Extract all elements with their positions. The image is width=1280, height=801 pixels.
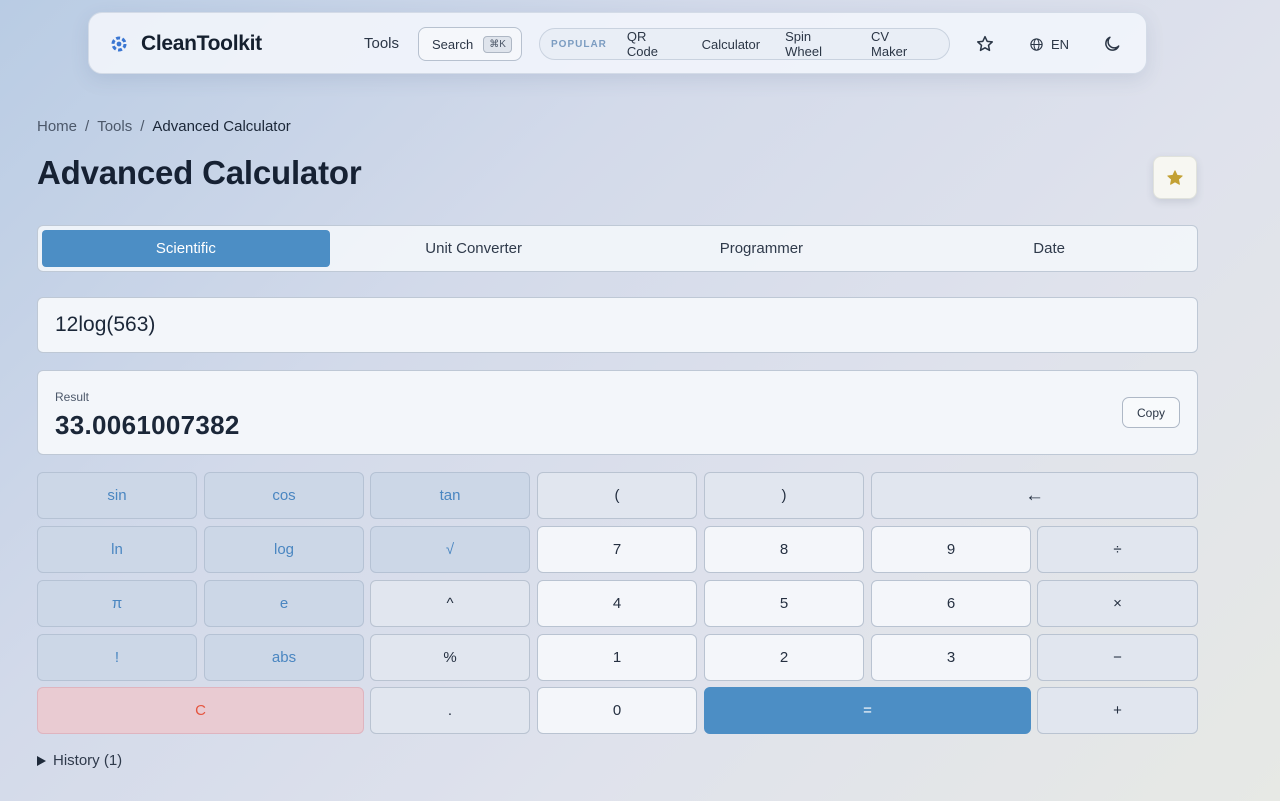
history-toggle[interactable]: History (1) xyxy=(37,752,122,769)
key-clear[interactable]: C xyxy=(37,687,364,734)
key-log[interactable]: log xyxy=(204,526,364,573)
star-outline-icon[interactable] xyxy=(975,34,995,54)
language-code: EN xyxy=(1051,36,1070,52)
search-button[interactable]: Search ⌘K xyxy=(418,27,522,61)
history-label: History (1) xyxy=(53,752,123,769)
tab-programmer[interactable]: Programmer xyxy=(618,230,906,267)
key-pi[interactable]: π xyxy=(37,580,197,627)
search-label: Search xyxy=(432,36,474,52)
key-plus[interactable]: + xyxy=(1037,687,1198,734)
breadcrumb-home[interactable]: Home xyxy=(37,118,77,135)
brand[interactable]: CleanToolkit xyxy=(109,13,262,75)
result-label: Result xyxy=(55,390,90,404)
key-multiply[interactable]: × xyxy=(1037,580,1198,627)
key-backspace[interactable]: ← xyxy=(871,472,1198,519)
gear-logo-icon xyxy=(111,36,127,52)
key-percent[interactable]: % xyxy=(370,634,530,681)
key-divide[interactable]: ÷ xyxy=(1037,526,1198,573)
key-sqrt[interactable]: √ xyxy=(370,526,530,573)
copy-button[interactable]: Copy xyxy=(1122,397,1180,428)
popular-link-calculator[interactable]: Calculator xyxy=(702,37,761,52)
key-4[interactable]: 4 xyxy=(537,580,697,627)
tab-scientific[interactable]: Scientific xyxy=(42,230,330,267)
globe-icon xyxy=(1030,37,1043,51)
key-6[interactable]: 6 xyxy=(871,580,1031,627)
result-panel: Result 33.0061007382 Copy xyxy=(37,370,1198,455)
popular-link-cv-maker[interactable]: CV Maker xyxy=(871,29,924,59)
tab-date[interactable]: Date xyxy=(905,230,1193,267)
key-7[interactable]: 7 xyxy=(537,526,697,573)
brand-name: CleanToolkit xyxy=(141,32,262,55)
moon-icon[interactable] xyxy=(1102,34,1122,54)
key-minus[interactable]: − xyxy=(1037,634,1198,681)
key-sin[interactable]: sin xyxy=(37,472,197,519)
star-filled-icon xyxy=(1167,169,1183,185)
key-ln[interactable]: ln xyxy=(37,526,197,573)
popular-link-spin-wheel[interactable]: Spin Wheel xyxy=(785,29,846,59)
favorite-button[interactable] xyxy=(1153,156,1197,199)
key-tan[interactable]: tan xyxy=(370,472,530,519)
tab-unit-converter[interactable]: Unit Converter xyxy=(330,230,618,267)
caret-right-icon xyxy=(37,755,46,766)
key-power[interactable]: ^ xyxy=(370,580,530,627)
popular-links: POPULAR QR Code Calculator Spin Wheel CV… xyxy=(539,28,950,60)
breadcrumb-separator: / xyxy=(85,118,90,135)
key-3[interactable]: 3 xyxy=(871,634,1031,681)
popular-link-qr-code[interactable]: QR Code xyxy=(627,29,677,59)
key-8[interactable]: 8 xyxy=(704,526,864,573)
breadcrumb: Home / Tools / Advanced Calculator xyxy=(37,118,291,135)
key-open-paren[interactable]: ( xyxy=(537,472,697,519)
popular-label: POPULAR xyxy=(551,38,607,50)
key-9[interactable]: 9 xyxy=(871,526,1031,573)
breadcrumb-tools[interactable]: Tools xyxy=(97,118,132,135)
key-equals[interactable]: = xyxy=(704,687,1031,734)
key-factorial[interactable]: ! xyxy=(37,634,197,681)
result-value: 33.0061007382 xyxy=(55,410,240,440)
key-2[interactable]: 2 xyxy=(704,634,864,681)
search-shortcut: ⌘K xyxy=(483,35,512,53)
nav-tools-link[interactable]: Tools xyxy=(364,13,399,75)
key-0[interactable]: 0 xyxy=(537,687,697,734)
breadcrumb-current: Advanced Calculator xyxy=(152,118,291,135)
key-abs[interactable]: abs xyxy=(204,634,364,681)
key-decimal[interactable]: . xyxy=(370,687,530,734)
key-e[interactable]: e xyxy=(204,580,364,627)
expression-input[interactable]: 12log(563) xyxy=(37,297,1198,353)
top-nav-bar: CleanToolkit Tools Search ⌘K POPULAR QR … xyxy=(88,12,1147,74)
page-title: Advanced Calculator xyxy=(37,154,362,191)
key-5[interactable]: 5 xyxy=(704,580,864,627)
key-1[interactable]: 1 xyxy=(537,634,697,681)
language-switcher[interactable]: EN xyxy=(1029,13,1069,75)
breadcrumb-separator: / xyxy=(140,118,145,135)
key-close-paren[interactable]: ) xyxy=(704,472,864,519)
key-cos[interactable]: cos xyxy=(204,472,364,519)
calculator-mode-tabs: Scientific Unit Converter Programmer Dat… xyxy=(37,225,1198,272)
